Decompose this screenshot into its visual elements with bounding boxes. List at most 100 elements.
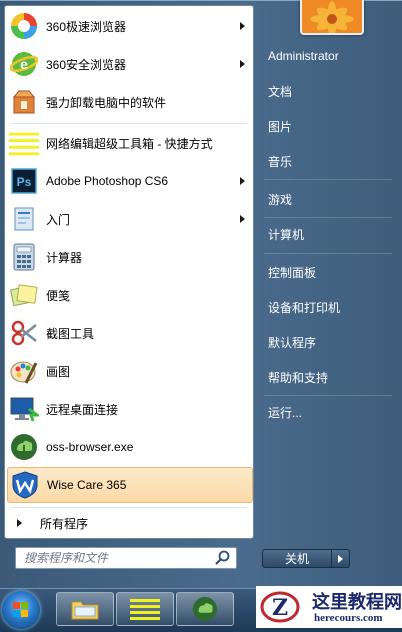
getting-started-icon [9, 204, 39, 234]
program-item-calculator[interactable]: 计算器 [7, 239, 253, 275]
right-link-label: 文档 [268, 84, 293, 99]
right-link-administrator[interactable]: Administrator [262, 43, 396, 69]
program-label: oss-browser.exe [46, 440, 134, 454]
oss-browser-icon [192, 596, 218, 622]
watermark-url: herecours.com [314, 612, 383, 624]
shutdown-label: 关机 [284, 552, 309, 566]
right-separator [264, 253, 392, 254]
right-link-help-support[interactable]: 帮助和支持 [262, 364, 396, 390]
taskbar-explorer-button[interactable] [56, 592, 114, 626]
360-speed-browser-icon [9, 11, 39, 41]
all-programs-separator [11, 507, 247, 508]
program-item-remote-desktop[interactable]: 远程桌面连接 [7, 391, 253, 427]
program-item-sticky-notes[interactable]: 便笺 [7, 277, 253, 313]
folder-icon [71, 601, 99, 620]
flower-avatar-icon [302, 0, 362, 33]
right-link-label: 游戏 [268, 192, 293, 207]
uninstall-box-icon [9, 87, 39, 117]
right-separator [264, 395, 392, 396]
all-programs-button[interactable]: 所有程序 [7, 511, 253, 535]
program-item-snipping-tool[interactable]: 截图工具 [7, 315, 253, 351]
program-label: 强力卸载电脑中的软件 [46, 95, 167, 110]
submenu-arrow-icon [240, 177, 245, 185]
program-label: 画图 [46, 364, 71, 379]
start-orb-button[interactable] [2, 591, 40, 629]
sticky-notes-icon [9, 280, 39, 310]
right-link-label: 控制面板 [268, 265, 317, 280]
right-link-music[interactable]: 音乐 [262, 148, 396, 174]
right-link-devices-printers[interactable]: 设备和打印机 [262, 294, 396, 320]
program-item-360-safe-browser[interactable]: e 360安全浏览器 [7, 46, 253, 82]
program-label: 360安全浏览器 [46, 57, 127, 72]
calculator-icon [9, 242, 39, 272]
program-item-toolbox-shortcut[interactable]: 网络编辑超级工具箱 - 快捷方式 [7, 125, 253, 161]
paint-icon [9, 356, 39, 386]
right-link-pictures[interactable]: 图片 [262, 113, 396, 139]
right-link-label: 图片 [268, 119, 293, 134]
shutdown-button[interactable]: 关机 [262, 549, 332, 568]
toolbox-shortcut-icon [130, 599, 160, 620]
right-link-control-panel[interactable]: 控制面板 [262, 259, 396, 285]
program-item-paint[interactable]: 画图 [7, 353, 253, 389]
program-label: 入门 [46, 212, 71, 227]
program-label: 网络编辑超级工具箱 - 快捷方式 [46, 136, 213, 151]
watermark-logo-icon: Z [260, 591, 300, 623]
programs-pane: 360极速浏览器 e 360安全浏览器 强力卸载电脑中的软件 网络编辑超级工具箱… [4, 5, 254, 539]
right-link-label: 帮助和支持 [268, 370, 329, 385]
program-label: 截图工具 [46, 326, 95, 341]
chevron-right-icon [338, 554, 343, 563]
expand-arrow-icon [17, 519, 22, 527]
submenu-arrow-icon [240, 22, 245, 30]
right-link-label: 设备和打印机 [268, 300, 341, 315]
program-item-getting-started[interactable]: 入门 [7, 201, 253, 237]
right-separator [264, 179, 392, 180]
shutdown-options-button[interactable] [332, 549, 350, 568]
pinned-separator [11, 123, 247, 124]
right-link-default-programs[interactable]: 默认程序 [262, 329, 396, 355]
submenu-arrow-icon [240, 215, 245, 223]
taskbar-oss-browser-button[interactable] [176, 592, 234, 626]
toolbox-shortcut-icon [9, 128, 39, 158]
program-label: Adobe Photoshop CS6 [46, 174, 169, 188]
program-item-oss-browser[interactable]: oss-browser.exe [7, 429, 253, 465]
watermark-title: 这里教程网 [312, 592, 402, 613]
wise-care-icon [10, 470, 40, 500]
search-icon[interactable] [214, 549, 232, 567]
snipping-tool-icon [9, 318, 39, 348]
svg-text:Ps: Ps [17, 175, 32, 189]
right-link-games[interactable]: 游戏 [262, 186, 396, 212]
program-label: 远程桌面连接 [46, 402, 119, 417]
user-avatar[interactable] [300, 0, 364, 35]
program-label: Wise Care 365 [47, 478, 127, 492]
right-separator [264, 217, 392, 218]
all-programs-label: 所有程序 [40, 516, 89, 531]
program-item-360-speed-browser[interactable]: 360极速浏览器 [7, 8, 253, 44]
submenu-arrow-icon [240, 60, 245, 68]
windows-logo-icon [13, 602, 28, 617]
svg-text:e: e [20, 56, 28, 72]
start-menu: 360极速浏览器 e 360安全浏览器 强力卸载电脑中的软件 网络编辑超级工具箱… [0, 0, 402, 588]
right-link-run[interactable]: 运行... [262, 399, 396, 425]
search-box[interactable] [15, 547, 237, 569]
right-link-label: 音乐 [268, 154, 293, 169]
program-label: 便笺 [46, 288, 71, 303]
oss-browser-icon [9, 432, 39, 462]
right-link-label: 默认程序 [268, 335, 317, 350]
right-link-label: Administrator [268, 49, 339, 63]
right-link-documents[interactable]: 文档 [262, 78, 396, 104]
right-link-computer[interactable]: 计算机 [262, 221, 396, 247]
right-link-label: 计算机 [268, 227, 305, 242]
watermark: Z 这里教程网 herecours.com [256, 586, 402, 628]
search-input[interactable] [22, 548, 214, 568]
program-label: 360极速浏览器 [46, 19, 127, 34]
taskbar-toolbox-button[interactable] [116, 592, 174, 626]
360-safe-browser-icon: e [9, 49, 39, 79]
svg-text:Z: Z [272, 595, 288, 621]
right-link-label: 运行... [268, 405, 303, 420]
program-item-wise-care[interactable]: Wise Care 365 [7, 467, 253, 503]
program-item-photoshop[interactable]: Ps Adobe Photoshop CS6 [7, 163, 253, 199]
photoshop-icon: Ps [9, 166, 39, 196]
program-item-uninstaller[interactable]: 强力卸载电脑中的软件 [7, 84, 253, 120]
program-label: 计算器 [46, 250, 83, 265]
remote-desktop-icon [9, 394, 39, 424]
